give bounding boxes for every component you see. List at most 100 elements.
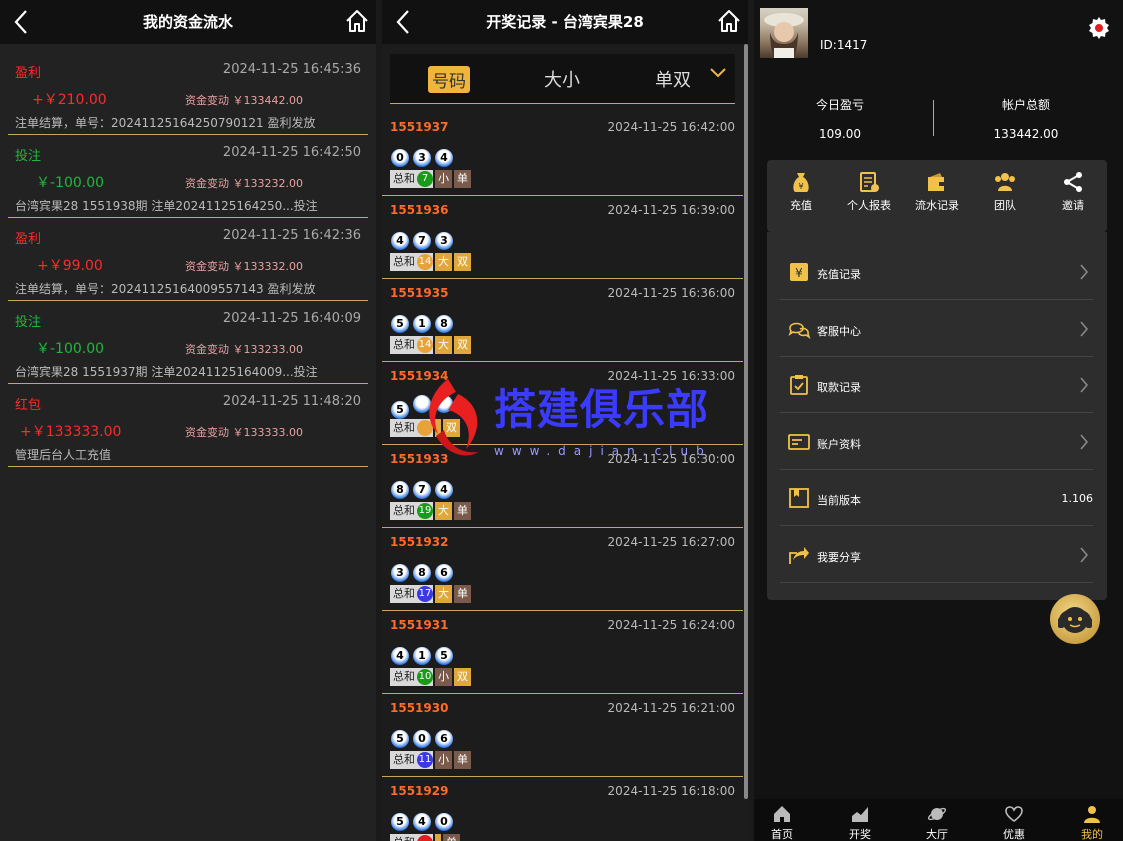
record-desc: 管理后台人工充值 [15,448,112,462]
home-button[interactable] [716,8,742,34]
menu-item[interactable]: 客服中心 [780,301,1093,357]
draw-issue: 1551932 [390,535,449,549]
size-tag: 大 [435,336,452,354]
draw-record[interactable]: 1551929 2024-11-25 16:18:00 540 总和 单 [382,777,743,841]
sum-tag: 总和 10 [390,668,433,686]
nav-draw[interactable]: 开奖 [832,804,888,841]
quick-recharge[interactable]: ¥ 充值 [767,170,835,213]
home-icon [774,806,790,822]
draw-record[interactable]: 1551935 2024-11-25 16:36:00 5 1 8 总和 14 大双 [382,279,743,362]
number-ball: 8 [435,315,453,333]
fund-record[interactable]: 投注 2024-11-25 16:40:09 ￥-100.00 资金变动 ￥13323… [8,301,368,384]
menu-item[interactable]: 账户资料 [780,414,1093,470]
sum-tag: 总和 11 [390,751,433,769]
number-ball: 8 [413,564,431,582]
sum-ball: 7 [417,171,433,187]
fund-record[interactable]: 盈利 2024-11-25 16:45:36 +￥210.00 资金变动 ￥13344… [8,52,368,135]
draw-balls: 386 [391,561,457,582]
draw-issue: 1551933 [390,452,449,466]
nav-label: 首页 [771,828,793,841]
fund-record[interactable]: 盈利 2024-11-25 16:42:36 +￥99.00 资金变动 ￥133332… [8,218,368,301]
home-button[interactable] [344,8,370,34]
record-amount: +￥99.00 [37,258,103,274]
quick-label: 流水记录 [915,199,959,212]
number-ball: 1 [413,647,431,665]
home-icon [346,10,368,32]
parity-tag: 单 [443,834,460,841]
draw-issue: 1551934 [390,369,449,383]
draw-time: 2024-11-25 16:21:00 [607,701,735,715]
size-tag: 大 [435,585,452,603]
fund-record[interactable]: 投注 2024-11-25 16:42:50 ￥-100.00 资金变动 ￥13323… [8,135,368,218]
tab-size[interactable]: 大小 [544,66,580,92]
nav-hall[interactable]: 大厅 [909,804,965,841]
nav-home[interactable]: 首页 [754,804,810,841]
balance-change: 资金变动 ￥133232.00 [185,175,303,191]
menu-item[interactable]: 当前版本 1.106 [780,470,1093,526]
parity-tag: 双 [454,253,471,271]
parity-tag: 单 [454,751,471,769]
menu-label: 我要分享 [817,550,861,564]
draw-record[interactable]: 1551932 2024-11-25 16:27:00 3 8 6 总和 17 大单 [382,528,743,611]
change-label: 资金变动 [185,426,229,439]
quick-report[interactable]: 个人报表 [835,170,903,213]
draw-balls: 415 [391,644,457,665]
draw-record[interactable]: 1551930 2024-11-25 16:21:00 5 0 6 总和 11 小单 [382,694,743,777]
menu-item[interactable]: ¥ 充值记录 [780,244,1093,300]
draw-balls: 506 [391,727,457,748]
sum-label: 总和 [393,836,415,841]
number-ball: 4 [391,647,409,665]
parity-tag: 双 [454,668,471,686]
nav-promo[interactable]: 优惠 [986,804,1042,841]
quick-team[interactable]: 团队 [971,170,1039,213]
menu-item[interactable]: 我要分享 [780,527,1093,583]
number-ball: 0 [391,149,409,167]
menu-item[interactable]: 取款记录 [780,357,1093,413]
record-time: 2024-11-25 16:42:50 [222,145,361,160]
number-ball [435,395,453,413]
user-id: ID:1417 [820,38,868,52]
draw-record[interactable]: 1551933 2024-11-25 16:30:00 8 7 4 总和 19 大单 [382,445,743,528]
sum-ball [417,835,433,841]
sum-tag: 总和 [390,834,433,841]
quick-invite[interactable]: 邀请 [1039,170,1107,213]
share-arrow-icon [789,546,809,564]
chevron-right-icon [1080,546,1089,563]
fund-record[interactable]: 红包 2024-11-25 11:48:20 +￥133333.00 资金变动 ￥13… [8,384,368,467]
parity-tag: 单 [454,502,471,520]
record-amount: +￥133333.00 [20,424,122,440]
quick-flow[interactable]: 流水记录 [903,170,971,213]
record-type: 红包 [15,398,42,413]
sum-ball: 17 [417,586,433,602]
svg-text:¥: ¥ [795,266,803,280]
nav-mine[interactable]: 我的 [1064,804,1120,841]
change-label: 资金变动 [185,343,229,356]
number-ball: 4 [435,149,453,167]
number-ball: 0 [413,730,431,748]
avatar[interactable] [760,8,808,58]
draw-record[interactable]: 1551937 2024-11-25 16:42:00 0 3 4 总和 7 小单 [382,113,743,196]
gear-icon[interactable] [1087,16,1111,40]
chevron-right-icon [1080,377,1089,393]
chevron-right-icon [1080,433,1089,450]
draw-record[interactable]: 1551936 2024-11-25 16:39:00 4 7 3 总和 14 大双 [382,196,743,279]
money-bag-icon: ¥ [793,173,809,192]
customer-service-button[interactable] [1050,594,1100,644]
draw-record[interactable]: 1551931 2024-11-25 16:24:00 4 1 5 总和 10 小双 [382,611,743,694]
record-type: 盈利 [15,66,42,81]
nav-label: 优惠 [1003,828,1025,841]
header: 开奖记录 - 台湾宾果28 [382,0,748,44]
parity-tag: 单 [454,170,471,188]
balance-value: ￥133442.00 [232,94,304,107]
balance-change: 资金变动 ￥133442.00 [185,92,303,108]
profile-panel: ID:1417 今日盈亏 109.00 帐户总额 133442.00 ¥ 充值 … [754,0,1123,841]
chevron-down-icon[interactable] [709,66,727,80]
change-label: 资金变动 [185,94,229,107]
tab-number[interactable]: 号码 [428,66,470,93]
tab-parity[interactable]: 单双 [655,66,691,92]
menu-label: 当前版本 [817,494,861,507]
draw-record[interactable]: 1551934 2024-11-25 16:33:00 5 总和 双 [382,362,743,445]
size-tag: 小 [435,668,452,686]
scrollbar[interactable] [744,44,748,799]
stat-value: 133442.00 [993,127,1059,141]
